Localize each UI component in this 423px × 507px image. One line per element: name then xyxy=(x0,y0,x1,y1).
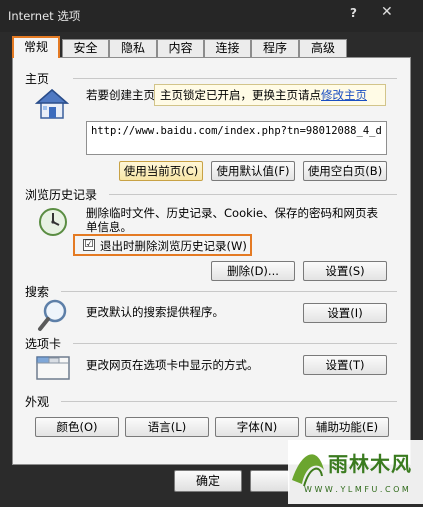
house-icon xyxy=(35,89,69,119)
divider xyxy=(61,291,397,292)
history-section-label: 浏览历史记录 xyxy=(25,186,102,203)
accessibility-button[interactable]: 辅助功能(E) xyxy=(305,417,389,437)
window-title: Internet 选项 xyxy=(8,9,81,23)
cancel-button[interactable] xyxy=(250,470,290,492)
watermark-text: 雨林木风 xyxy=(328,452,412,476)
home-url-input[interactable]: http://www.baidu.com/index.php?tn=980120… xyxy=(86,121,387,155)
divider xyxy=(109,194,397,195)
home-desc: 若要创建主页 xyxy=(86,88,155,102)
tab-programs[interactable]: 程序 xyxy=(251,39,299,58)
delete-on-exit-checkbox[interactable]: ☑ xyxy=(83,239,95,251)
tabs-settings-button[interactable]: 设置(T) xyxy=(303,355,387,375)
tab-strip: 常规 安全 隐私 内容 连接 程序 高级 xyxy=(12,36,412,58)
tab-general[interactable]: 常规 xyxy=(12,36,60,58)
general-panel: 主页 若要创建主页 主页锁定已开启，更换主页请点修改主页 http://www.… xyxy=(12,57,411,465)
appearance-section-label: 外观 xyxy=(25,393,54,410)
history-desc: 删除临时文件、历史记录、Cookie、保存的密码和网页表单信息。 xyxy=(86,206,379,234)
divider xyxy=(61,401,397,402)
title-bar: Internet 选项 ? ✕ xyxy=(0,0,423,32)
fonts-button[interactable]: 字体(N) xyxy=(215,417,299,437)
delete-history-button[interactable]: 删除(D)... xyxy=(211,261,295,281)
help-icon[interactable]: ? xyxy=(350,6,357,20)
colors-button[interactable]: 颜色(O) xyxy=(35,417,119,437)
tabs-section-label: 选项卡 xyxy=(25,335,66,352)
tooltip-text: 主页锁定已开启，更换主页请点 xyxy=(160,88,321,102)
tab-privacy[interactable]: 隐私 xyxy=(109,39,157,58)
use-current-button[interactable]: 使用当前页(C) xyxy=(119,161,203,181)
magnifier-icon xyxy=(38,299,67,331)
history-settings-button[interactable]: 设置(S) xyxy=(303,261,387,281)
home-lock-tooltip: 主页锁定已开启，更换主页请点修改主页 xyxy=(154,84,386,106)
home-section-label: 主页 xyxy=(25,70,54,87)
watermark-logo: 雨林木风 W W W . Y L M F U . C O M xyxy=(288,440,423,504)
tab-security[interactable]: 安全 xyxy=(62,39,109,58)
close-icon[interactable]: ✕ xyxy=(381,4,393,20)
divider xyxy=(73,78,397,79)
use-default-button[interactable]: 使用默认值(F) xyxy=(211,161,295,181)
search-desc: 更改默认的搜索提供程序。 xyxy=(86,305,224,319)
tab-advanced[interactable]: 高级 xyxy=(299,39,347,58)
search-settings-button[interactable]: 设置(I) xyxy=(303,303,387,323)
tabs-desc: 更改网页在选项卡中显示的方式。 xyxy=(86,358,259,372)
tabbed-window-icon xyxy=(36,356,70,380)
use-blank-button[interactable]: 使用空白页(B) xyxy=(303,161,387,181)
delete-on-exit-option[interactable]: ☑ 退出时删除浏览历史记录(W) xyxy=(73,234,252,256)
ok-button[interactable]: 确定 xyxy=(174,470,242,492)
clock-history-icon xyxy=(39,208,67,236)
tab-content[interactable]: 内容 xyxy=(157,39,204,58)
divider xyxy=(73,343,397,344)
watermark-url: W W W . Y L M F U . C O M xyxy=(304,485,409,494)
delete-on-exit-label: 退出时删除浏览历史记录(W) xyxy=(100,239,247,253)
change-home-link[interactable]: 修改主页 xyxy=(321,88,367,102)
languages-button[interactable]: 语言(L) xyxy=(125,417,209,437)
tab-connections[interactable]: 连接 xyxy=(204,39,251,58)
